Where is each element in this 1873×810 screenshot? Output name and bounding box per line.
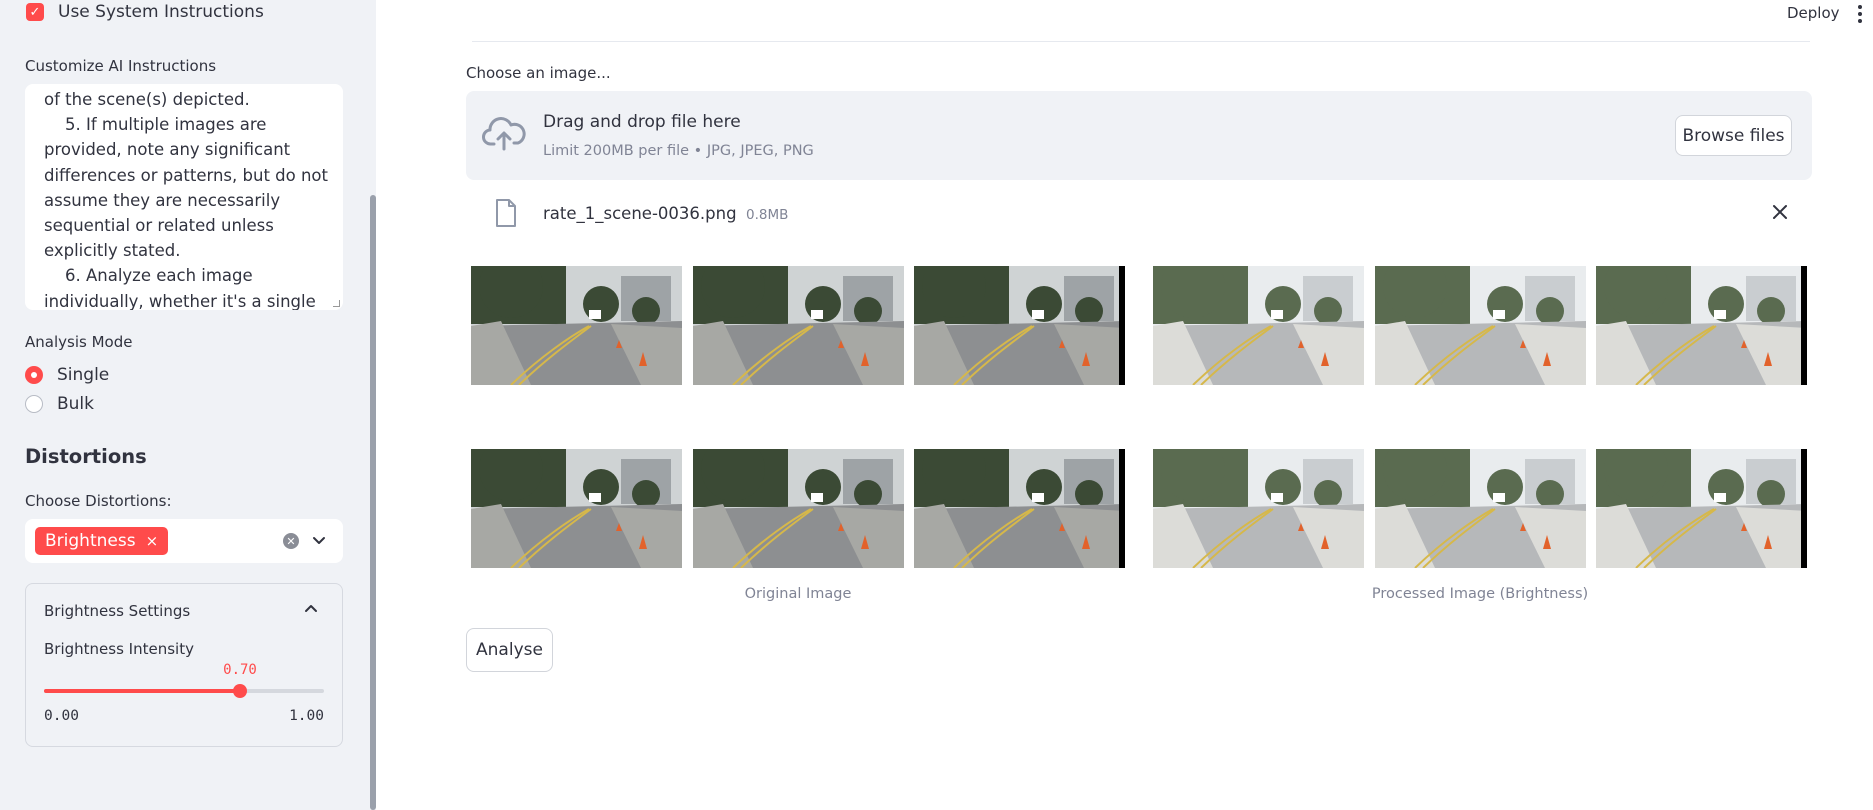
analysis-mode-label: Analysis Mode [25, 333, 133, 351]
file-dropzone[interactable]: Drag and drop file here Limit 200MB per … [466, 91, 1812, 180]
chevron-up-icon[interactable] [303, 601, 319, 617]
processed-image-thumbnail [1596, 449, 1807, 568]
distortions-multiselect[interactable]: Brightness × ✕ [25, 519, 343, 563]
file-icon [496, 199, 516, 227]
distortion-tag-label: Brightness [45, 531, 136, 551]
original-image-caption: Original Image [744, 586, 852, 602]
brightness-settings-expander: Brightness Settings Brightness Intensity… [25, 583, 343, 747]
use-system-instructions-checkbox[interactable]: ✓ Use System Instructions [26, 2, 264, 22]
slider-max: 1.00 [289, 708, 324, 724]
customize-instructions-label: Customize AI Instructions [25, 57, 217, 75]
distortion-tag-brightness: Brightness × [35, 527, 169, 555]
processed-image-thumbnail [1153, 449, 1364, 568]
brightness-slider[interactable] [44, 684, 324, 698]
instructions-textarea[interactable]: of the scene(s) depicted. 5. If multiple… [25, 84, 343, 310]
radio-single-indicator[interactable] [25, 366, 43, 384]
chevron-down-icon[interactable] [310, 531, 328, 549]
distortions-title: Distortions [25, 445, 147, 468]
brightness-intensity-label: Brightness Intensity [44, 640, 194, 658]
original-image-thumbnail [693, 266, 904, 385]
use-system-instructions-label: Use System Instructions [58, 2, 264, 22]
clear-icon[interactable]: ✕ [283, 533, 299, 549]
radio-bulk-label: Bulk [57, 394, 95, 414]
original-image-thumbnail [471, 266, 682, 385]
processed-image-thumbnail [1375, 449, 1586, 568]
original-image-thumbnail [471, 449, 682, 568]
uploaded-file: rate_1_scene-0036.png 0.8MB [466, 196, 1812, 232]
slider-min: 0.00 [44, 708, 79, 724]
processed-image-thumbnail [1375, 266, 1586, 385]
header-divider [472, 41, 1810, 42]
radio-single[interactable]: Single [25, 365, 109, 385]
cloud-upload-icon [482, 117, 526, 151]
close-icon[interactable] [1772, 204, 1788, 220]
instructions-text: of the scene(s) depicted. 5. If multiple… [44, 90, 328, 310]
processed-image-thumbnail [1596, 266, 1807, 385]
radio-bulk-indicator[interactable] [25, 395, 43, 413]
file-size: 0.8MB [746, 207, 789, 223]
original-image-thumbnail [693, 449, 904, 568]
radio-bulk[interactable]: Bulk [25, 394, 94, 414]
choose-distortions-label: Choose Distortions: [25, 492, 172, 510]
slider-fill [44, 689, 240, 693]
dropzone-title: Drag and drop file here [543, 112, 741, 132]
brightness-settings-title[interactable]: Brightness Settings [44, 602, 190, 620]
file-name: rate_1_scene-0036.png [543, 204, 737, 223]
slider-thumb[interactable] [233, 684, 247, 698]
more-vert-icon[interactable] [1858, 5, 1862, 23]
original-image-thumbnail [914, 449, 1125, 568]
sidebar: ✓ Use System Instructions Customize AI I… [0, 0, 376, 810]
sidebar-scrollbar[interactable] [370, 195, 376, 810]
deploy-button[interactable]: Deploy [1787, 4, 1840, 22]
uploader-label: Choose an image... [466, 64, 611, 82]
radio-single-label: Single [57, 365, 110, 385]
slider-value: 0.70 [223, 662, 257, 678]
analyse-button[interactable]: Analyse [466, 628, 553, 672]
processed-image-caption: Processed Image (Brightness) [1371, 586, 1589, 602]
dropzone-subtitle: Limit 200MB per file • JPG, JPEG, PNG [543, 143, 814, 159]
tag-remove-icon[interactable]: × [146, 532, 159, 550]
original-image-thumbnail [914, 266, 1125, 385]
check-icon[interactable]: ✓ [26, 3, 44, 21]
resize-grip[interactable] [333, 300, 340, 307]
processed-image-thumbnail [1153, 266, 1364, 385]
browse-files-button[interactable]: Browse files [1675, 115, 1792, 156]
